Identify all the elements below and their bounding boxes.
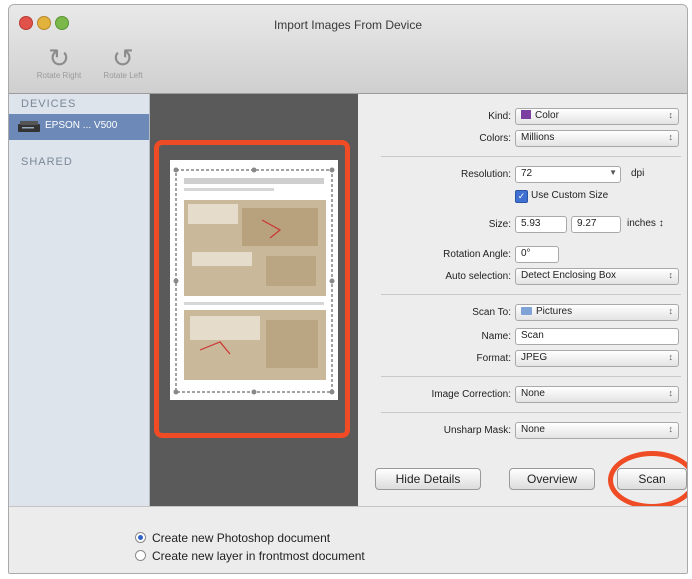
resolution-row: Resolution: 72 ▼ dpi	[359, 166, 687, 186]
rotation-row: Rotation Angle: 0°	[359, 246, 687, 266]
auto-selection-label: Auto selection:	[445, 271, 511, 282]
size-width-field[interactable]: 5.93	[515, 216, 567, 233]
unsharp-mask-label: Unsharp Mask:	[443, 425, 511, 436]
highlight-frame	[154, 140, 350, 438]
name-field[interactable]: Scan	[515, 328, 679, 345]
scan-highlight-ring	[608, 451, 687, 509]
use-custom-size-label: Use Custom Size	[531, 190, 609, 201]
rotation-angle-value: 0°	[521, 248, 531, 259]
scan-to-popup[interactable]: Pictures ↕	[515, 304, 679, 321]
scan-to-label: Scan To:	[472, 307, 511, 318]
popup-arrows-icon: ↕	[668, 132, 674, 142]
colors-popup[interactable]: Millions ↕	[515, 130, 679, 147]
import-options: Create new Photoshop document Create new…	[9, 506, 687, 573]
auto-selection-value: Detect Enclosing Box	[521, 270, 617, 281]
format-value: JPEG	[521, 352, 548, 363]
image-correction-row: Image Correction: None ↕	[359, 386, 687, 406]
unsharp-mask-row: Unsharp Mask: None ↕	[359, 422, 687, 442]
new-document-option[interactable]: Create new Photoshop document	[135, 531, 435, 547]
scanner-icon	[18, 121, 40, 132]
unsharp-mask-value: None	[521, 424, 545, 435]
divider	[381, 412, 681, 413]
popup-arrows-icon: ↕	[668, 270, 674, 280]
shared-header: SHARED	[21, 156, 73, 168]
scan-to-row: Scan To: Pictures ↕	[359, 304, 687, 324]
resolution-combo[interactable]: 72 ▼	[515, 166, 621, 183]
color-swatch-icon	[521, 110, 531, 119]
rotate-left-icon: ↺	[112, 43, 134, 73]
divider	[381, 294, 681, 295]
popup-arrows-icon: ↕	[668, 110, 674, 120]
size-unit-popup[interactable]: inches ↕	[627, 218, 664, 229]
unsharp-mask-popup[interactable]: None ↕	[515, 422, 679, 439]
rotate-left-button[interactable]: ↺ Rotate Left	[91, 45, 155, 80]
kind-row: Kind: Color ↕	[359, 108, 687, 128]
size-height-field[interactable]: 9.27	[571, 216, 621, 233]
divider	[381, 156, 681, 157]
format-label: Format:	[476, 353, 511, 364]
new-layer-option[interactable]: Create new layer in frontmost document	[135, 549, 435, 565]
scan-to-value: Pictures	[536, 306, 573, 317]
rotate-right-button[interactable]: ↻ Rotate Right	[27, 45, 91, 80]
resolution-value: 72	[521, 168, 533, 179]
folder-icon	[521, 307, 532, 315]
size-label: Size:	[488, 219, 511, 230]
chevron-down-icon: ▼	[609, 168, 617, 177]
devices-header: DEVICES	[21, 98, 77, 110]
window-title: Import Images From Device	[273, 18, 423, 32]
device-name: EPSON ... V500	[45, 120, 118, 131]
name-label: Name:	[481, 331, 511, 342]
popup-arrows-icon: ↕	[668, 388, 674, 398]
sidebar-item-scanner[interactable]: EPSON ... V500	[9, 114, 149, 140]
rotate-right-icon: ↻	[48, 43, 70, 73]
popup-arrows-icon: ↕	[668, 352, 674, 362]
image-correction-label: Image Correction:	[431, 389, 511, 400]
scan-preview-area[interactable]	[150, 94, 358, 506]
hide-details-button[interactable]: Hide Details	[375, 468, 481, 490]
colors-row: Colors: Millions ↕	[359, 130, 687, 150]
custom-size-row: ✓ Use Custom Size	[359, 189, 687, 209]
format-popup[interactable]: JPEG ↕	[515, 350, 679, 367]
format-row: Format: JPEG ↕	[359, 350, 687, 370]
popup-arrows-icon: ↕	[668, 424, 674, 434]
radio-selected-icon	[135, 532, 146, 543]
rotation-angle-field[interactable]: 0°	[515, 246, 559, 263]
rotate-left-label: Rotate Left	[103, 71, 143, 80]
scan-settings-panel: Kind: Color ↕ Colors: Millions ↕ Resolut…	[359, 94, 687, 509]
new-document-label: Create new Photoshop document	[152, 531, 331, 545]
image-correction-popup[interactable]: None ↕	[515, 386, 679, 403]
radio-unselected-icon	[135, 550, 146, 561]
popup-arrows-icon: ↕	[658, 218, 664, 229]
size-row: Size: 5.93 9.27 inches ↕	[359, 216, 687, 236]
image-correction-value: None	[521, 388, 545, 399]
size-height-value: 9.27	[577, 218, 597, 229]
size-unit: inches	[627, 218, 656, 229]
resolution-unit: dpi	[631, 168, 645, 179]
rotate-right-label: Rotate Right	[36, 71, 82, 80]
colors-label: Colors:	[479, 133, 511, 144]
overview-button[interactable]: Overview	[509, 468, 595, 490]
name-value: Scan	[521, 330, 544, 341]
colors-value: Millions	[521, 132, 555, 143]
auto-selection-row: Auto selection: Detect Enclosing Box ↕	[359, 268, 687, 288]
auto-selection-popup[interactable]: Detect Enclosing Box ↕	[515, 268, 679, 285]
kind-value: Color	[535, 110, 559, 121]
kind-popup[interactable]: Color ↕	[515, 108, 679, 125]
popup-arrows-icon: ↕	[668, 306, 674, 316]
import-dialog-window: Import Images From Device ↻ Rotate Right…	[8, 4, 688, 574]
title-bar: Import Images From Device ↻ Rotate Right…	[9, 5, 687, 94]
rotation-angle-label: Rotation Angle:	[443, 249, 511, 260]
kind-label: Kind:	[488, 111, 511, 122]
use-custom-size-checkbox[interactable]: ✓	[515, 190, 528, 203]
new-layer-label: Create new layer in frontmost document	[152, 549, 365, 563]
size-width-value: 5.93	[521, 218, 541, 229]
name-row: Name: Scan	[359, 328, 687, 348]
divider	[381, 376, 681, 377]
sidebar: DEVICES EPSON ... V500 SHARED	[9, 94, 150, 506]
resolution-label: Resolution:	[460, 169, 511, 180]
